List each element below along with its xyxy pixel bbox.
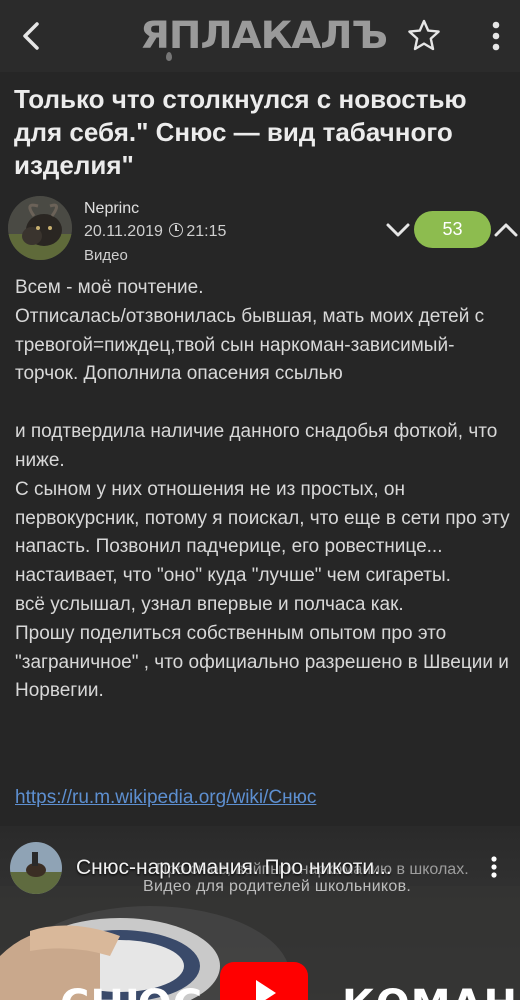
video-title[interactable]: Снюс-наркомания. Про никоти... bbox=[76, 856, 392, 880]
vote-down-button[interactable] bbox=[384, 216, 412, 244]
top-app-bar: ЯПЛАКАЛЪ bbox=[0, 0, 520, 72]
chevron-down-icon bbox=[386, 223, 410, 237]
overflow-menu-button[interactable] bbox=[484, 18, 508, 54]
rating-badge: 53 bbox=[414, 211, 491, 248]
post-datetime: 20.11.2019 21:15 bbox=[84, 223, 226, 241]
post-date: 20.11.2019 bbox=[84, 223, 163, 240]
vote-up-button[interactable] bbox=[492, 216, 520, 244]
chevron-up-icon bbox=[494, 223, 518, 237]
kebab-vertical-icon bbox=[491, 856, 497, 878]
video-menu-button[interactable] bbox=[486, 854, 502, 880]
channel-avatar[interactable] bbox=[10, 842, 62, 894]
kebab-vertical-icon bbox=[492, 21, 500, 51]
wikipedia-link[interactable]: https://ru.m.wikipedia.org/wiki/Снюс bbox=[15, 787, 316, 809]
body-paragraph bbox=[15, 389, 515, 418]
post-title: Только что столкнулся с новостью для себ… bbox=[14, 84, 467, 180]
video-overlay-line2: Видео для родителей школьников. bbox=[143, 878, 412, 895]
video-big-text-right: КОМАНИЯ bbox=[342, 982, 520, 1000]
site-logo[interactable]: ЯПЛАКАЛЪ bbox=[140, 14, 388, 57]
channel-avatar-image bbox=[10, 842, 62, 894]
body-paragraph: Прошу поделиться собственным опытом про … bbox=[15, 622, 509, 702]
video-big-text-left: СНЮС bbox=[60, 982, 203, 1000]
author-avatar[interactable] bbox=[8, 196, 72, 260]
chevron-left-icon bbox=[23, 22, 39, 50]
body-paragraph: С сыном у них отношения не из простых, о… bbox=[15, 478, 510, 587]
video-embed[interactable]: Про снюс, вейпы и наркоманию в школах. В… bbox=[0, 826, 520, 1000]
post-time: 21:15 bbox=[186, 223, 227, 240]
body-paragraph: и подтвердила наличие данного снадобья ф… bbox=[15, 421, 498, 471]
back-button[interactable] bbox=[14, 16, 50, 56]
body-paragraph: всё услышал, узнал впервые и полчаса как… bbox=[15, 593, 404, 615]
post-body: Всем - моё почтение. Отписалась/отзвонил… bbox=[15, 274, 515, 706]
star-outline-icon bbox=[408, 19, 440, 51]
play-button[interactable] bbox=[220, 962, 308, 1000]
body-paragraph: Отписалась/отзвонилась бывшая, мать моих… bbox=[15, 305, 485, 385]
favorite-button[interactable] bbox=[406, 18, 442, 54]
play-icon bbox=[256, 980, 276, 1000]
goat-avatar-image bbox=[8, 196, 72, 260]
clock-icon bbox=[169, 223, 184, 237]
logo-drop-icon bbox=[166, 52, 172, 61]
body-paragraph: Всем - моё почтение. bbox=[15, 277, 204, 298]
author-name[interactable]: Neprinc bbox=[84, 200, 139, 218]
post-category[interactable]: Видео bbox=[84, 247, 128, 264]
